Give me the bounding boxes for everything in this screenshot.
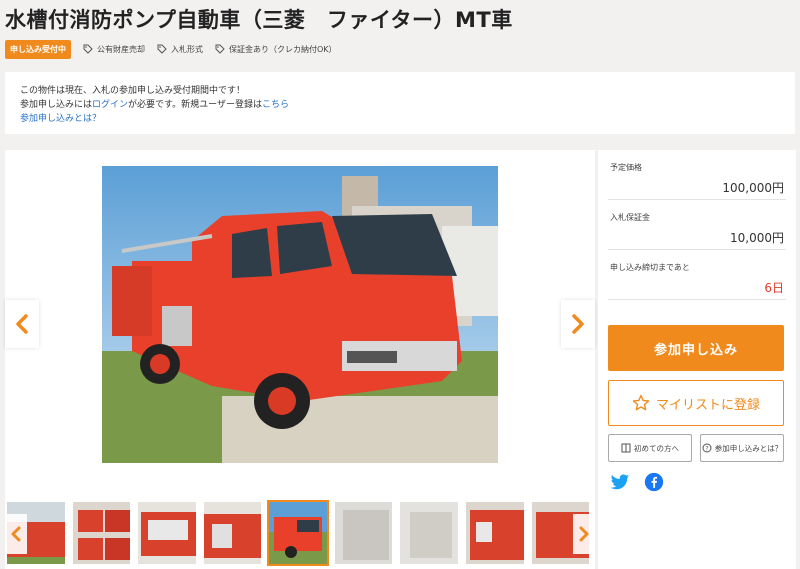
thumbnail[interactable] [464,500,526,566]
tag-label: 入札形式 [171,44,203,54]
price-label: 予定価格 [610,163,642,172]
tag-label: 保証金あり（クレカ納付OK） [229,44,337,54]
help-link[interactable]: 参加申し込みとは？ [20,112,780,126]
chevron-left-icon [11,526,21,542]
tag-item[interactable]: 保証金あり（クレカ納付OK） [215,44,337,55]
tag-icon [157,44,167,54]
beginner-guide-button[interactable]: 初めての方へ [608,434,692,462]
photo-gallery [5,150,595,569]
what-label: 参加申し込みとは？ [714,443,783,453]
deposit-label: 入札保証金 [610,213,650,222]
tag-list: 申し込み受付中 公有財産売却 入札形式 保証金あり（クレカ納付OK） [5,39,349,59]
chevron-right-icon [579,526,589,542]
notice-line: この物件は現在、入札の参加申し込み受付期間中です！ [20,86,246,96]
star-icon [632,394,650,411]
page-title: 水槽付消防ポンプ自動車（三菱 ファイター）MT車 [5,8,513,32]
thumbnail[interactable] [71,500,133,566]
chevron-right-icon [572,314,584,334]
book-icon [621,443,631,453]
thumbnail-strip [5,500,595,569]
thumbnail[interactable] [202,500,264,566]
prev-photo-button[interactable] [5,300,39,348]
mylist-label: マイリストに登録 [655,397,760,413]
thumb-prev-button[interactable] [5,514,27,554]
bid-sidebar: 予定価格 100,000円 入札保証金 10,000円 申し込み締切まであと 6… [598,150,796,569]
tag-item[interactable]: 入札形式 [157,44,203,55]
what-is-apply-button[interactable]: ? 参加申し込みとは？ [700,434,784,462]
twitter-icon [610,474,630,489]
svg-text:?: ? [705,446,708,453]
register-link[interactable]: こちら [262,100,289,110]
thumbnail[interactable] [333,500,395,566]
status-badge: 申し込み受付中 [5,39,71,59]
login-link[interactable]: ログイン [92,100,128,110]
deadline-value: 6日 [764,281,784,295]
tag-icon [215,44,225,54]
thumbnail-active[interactable] [267,500,329,566]
deadline-row: 申し込み締切まであと 6日 [608,250,786,300]
facebook-share-button[interactable] [644,472,664,492]
chevron-left-icon [16,314,28,334]
thumbnail[interactable] [398,500,460,566]
beginner-label: 初めての方へ [634,443,679,453]
tag-icon [83,44,93,54]
add-to-mylist-button[interactable]: マイリストに登録 [608,380,784,426]
notice-line: 参加申し込みにはログインが必要です。新規ユーザー登録はこちら [20,100,289,110]
thumbnail[interactable] [136,500,198,566]
scheduled-price-row: 予定価格 100,000円 [608,150,786,200]
deposit-value: 10,000円 [730,231,784,245]
next-photo-button[interactable] [561,300,595,348]
deposit-row: 入札保証金 10,000円 [608,200,786,250]
deadline-label: 申し込み締切まであと [610,263,690,272]
price-value: 100,000円 [722,181,784,195]
apply-button[interactable]: 参加申し込み [608,325,784,371]
facebook-icon [644,472,664,492]
twitter-share-button[interactable] [610,472,630,492]
thumb-next-button[interactable] [573,514,595,554]
notice-box: この物件は現在、入札の参加申し込み受付期間中です！ 参加申し込みにはログインが必… [5,72,795,134]
question-icon: ? [702,443,712,453]
main-photo [102,166,498,463]
tag-label: 公有財産売却 [97,44,145,54]
tag-item[interactable]: 公有財産売却 [83,44,145,55]
